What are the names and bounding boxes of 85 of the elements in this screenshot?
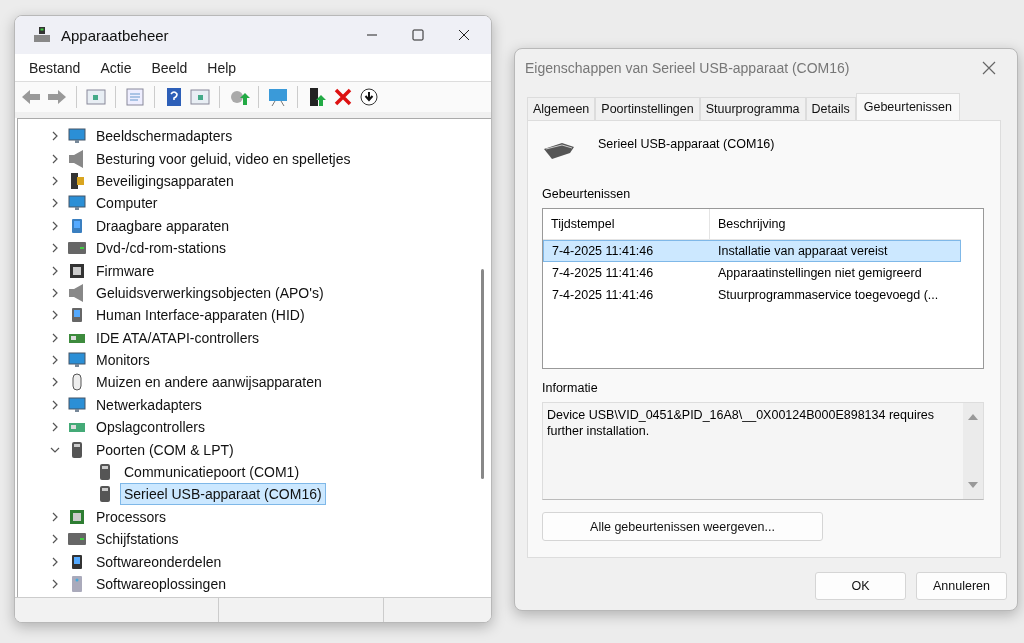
information-label: Informatie [542,381,598,395]
tree-item[interactable]: Human Interface-apparaten (HID) [92,304,309,327]
collapsed-chevron-icon[interactable] [50,175,60,186]
collapsed-chevron-icon[interactable] [50,131,60,142]
collapsed-chevron-icon[interactable] [50,220,60,231]
timestamp-cell-text: 7-4-2025 11:41:46 [551,243,655,260]
timestamp-cell-text: 7-4-2025 11:41:46 [551,287,655,304]
panel-icon[interactable] [189,87,211,107]
computer-icon [33,26,51,44]
speaker-icon [68,283,86,302]
collapsed-chevron-icon[interactable] [50,265,60,276]
tree-item[interactable]: IDE ATA/ATAPI-controllers [92,326,264,349]
collapsed-chevron-icon[interactable] [50,287,60,298]
menu-item[interactable]: Actie [94,58,138,78]
tree-item[interactable]: Muizen en andere aanwijsapparaten [92,371,326,394]
monitor-icon [68,395,86,414]
collapsed-chevron-icon[interactable] [50,332,60,343]
tree-item[interactable]: Geluidsverwerkingsobjecten (APO's) [92,281,328,304]
forward-arrow-icon[interactable] [46,87,68,107]
tab[interactable]: Algemeen [527,97,596,120]
tree-item[interactable]: Computer [92,192,162,215]
collapsed-chevron-icon[interactable] [50,198,60,209]
monitor-icon [68,351,86,370]
scrollbar-thumb[interactable] [481,269,484,479]
tree-item[interactable]: Draagbare apparaten [92,214,234,237]
tab[interactable]: Stuurprogramma [699,97,806,120]
tree-item[interactable]: Softwareoplossingen [92,573,230,595]
column-header[interactable]: Tijdstempel [543,209,710,239]
events-label: Gebeurtenissen [542,187,631,201]
tree-item[interactable]: Communicatiepoort (COM1) [120,461,304,484]
chip-icon [68,507,86,526]
column-header[interactable]: Beschrijving [710,217,786,231]
show-all-events-button[interactable]: Alle gebeurtenissen weergeven... [542,512,823,541]
collapsed-chevron-icon[interactable] [50,153,60,164]
panel-icon[interactable] [85,87,107,107]
dialog-button[interactable]: OK [815,572,906,600]
collapsed-chevron-icon[interactable] [50,422,60,433]
collapsed-chevron-icon[interactable] [50,377,60,388]
tree-item[interactable]: Monitors [92,349,154,372]
tree-item[interactable]: Opslagcontrollers [92,416,209,439]
tree-item[interactable]: Serieel USB-apparaat (COM16) [120,483,326,506]
speaker-icon [68,149,86,168]
tree-item[interactable]: Netwerkadapters [92,393,206,416]
window-title: Apparaatbeheer [61,26,169,44]
chip-icon [68,261,86,280]
collapsed-chevron-icon[interactable] [50,556,60,567]
dialog-button[interactable]: Annuleren [916,572,1007,600]
collapsed-chevron-icon[interactable] [50,579,60,589]
tree-item[interactable]: Softwareonderdelen [92,550,226,573]
tree-item[interactable]: Dvd-/cd-rom-stations [92,237,230,260]
device-name: Serieel USB-apparaat (COM16) [598,137,775,151]
tree-item[interactable]: Schijfstations [92,528,183,551]
menu-item[interactable]: Bestand [23,58,87,78]
tree-item[interactable]: Beveiligingsapparaten [92,169,238,192]
collapsed-chevron-icon[interactable] [50,399,60,410]
collapsed-chevron-icon[interactable] [50,511,60,522]
tree-item[interactable]: Besturing voor geluid, video en spelletjes [92,147,355,170]
tab[interactable]: Gebeurtenissen [855,93,960,120]
menu-item[interactable]: Beeld [145,58,194,78]
tree-item[interactable]: Firmware [92,259,159,282]
menu-item[interactable]: Help [201,58,243,78]
tree-item[interactable]: Poorten (COM & LPT) [92,438,238,461]
tab[interactable]: Details [805,97,856,120]
description-cell-text: Apparaatinstellingen niet gemigreerd [717,266,922,280]
description-cell-text: Installatie van apparaat vereist [717,244,888,258]
tab[interactable]: Poortinstellingen [595,97,700,120]
collapsed-chevron-icon[interactable] [50,534,60,545]
monitor-icon [68,194,86,213]
close-icon[interactable] [981,59,997,76]
collapsed-chevron-icon[interactable] [50,355,60,366]
download-icon[interactable] [358,87,380,107]
event-row[interactable]: 7-4-2025 11:41:46 Installatie van apparaat vereist [543,240,961,262]
event-row[interactable]: 7-4-2025 11:41:46 Apparaatinstellingen niet gemigreerd [543,262,961,284]
event-row[interactable]: 7-4-2025 11:41:46 Stuurprogrammaservice toegevoegd (... [543,284,961,306]
dialog-title: Eigenschappen van Serieel USB-apparaat (COM16) [525,59,850,76]
monitor-icon [68,127,86,146]
tree-item[interactable]: Processors [92,505,171,528]
tree-item[interactable]: Beeldschermadapters [92,125,237,148]
information-text: Device USB\VID_0451&PID_16A8\__0X00124B000E898134 requires further installation. [546,407,936,440]
collapsed-chevron-icon[interactable] [50,310,60,321]
timestamp-cell-text: 7-4-2025 11:41:46 [551,265,655,282]
collapsed-chevron-icon[interactable] [50,243,60,254]
description-cell-text: Stuurprogrammaservice toegevoegd (... [717,288,939,302]
back-arrow-icon[interactable] [20,87,42,107]
delete-icon[interactable] [332,87,354,107]
